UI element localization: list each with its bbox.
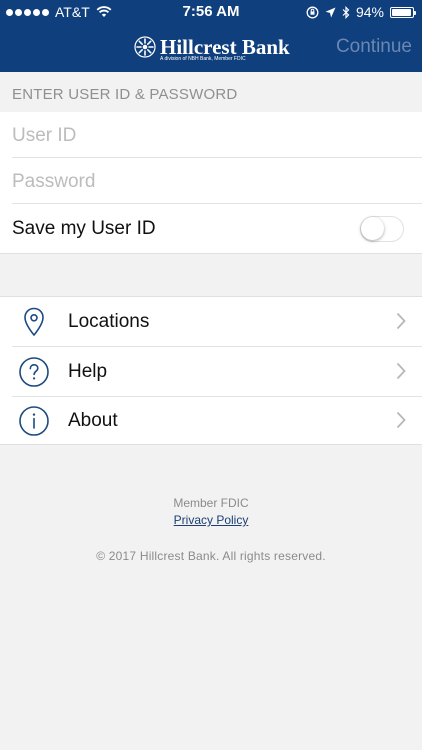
app-header: AT&T 7:56 AM 94% Hillcrest Bank A divisi… — [0, 0, 422, 72]
rotation-lock-icon — [306, 6, 319, 18]
password-input[interactable] — [12, 160, 422, 204]
hillcrest-bank-logo: Hillcrest Bank A division of NBH Bank, M… — [134, 35, 290, 62]
menu-item-about[interactable]: About — [0, 396, 422, 445]
footer: Member FDIC Privacy Policy © 2017 Hillcr… — [0, 496, 422, 563]
info-circle-icon — [19, 406, 49, 436]
chevron-right-icon — [396, 411, 406, 429]
sunburst-logo-icon — [134, 36, 156, 58]
menu-item-help[interactable]: Help — [0, 347, 422, 396]
menu-item-label: Locations — [68, 311, 150, 332]
menu-item-label: About — [68, 410, 118, 431]
continue-button[interactable]: Continue — [336, 36, 412, 58]
user-id-input[interactable] — [12, 114, 422, 158]
privacy-policy-link[interactable]: Privacy Policy — [174, 513, 249, 527]
menu-item-locations[interactable]: Locations — [0, 297, 422, 346]
battery-icon — [390, 6, 416, 18]
save-user-id-row: Save my User ID — [12, 204, 410, 252]
save-user-id-label: Save my User ID — [12, 218, 156, 239]
copyright-text: © 2017 Hillcrest Bank. All rights reserv… — [96, 549, 326, 563]
logo-text: Hillcrest Bank — [160, 35, 290, 59]
bluetooth-icon — [342, 5, 350, 19]
chevron-right-icon — [396, 312, 406, 330]
battery-percent: 94% — [355, 4, 384, 20]
menu-list: Locations Help About — [0, 296, 422, 445]
question-circle-icon — [19, 357, 49, 387]
location-arrow-icon — [325, 7, 336, 17]
member-fdic-text: Member FDIC — [173, 496, 249, 510]
logo-subtitle: A division of NBH Bank, Member FDIC — [160, 56, 246, 62]
chevron-right-icon — [396, 362, 406, 380]
login-section-title: ENTER USER ID & PASSWORD — [12, 86, 238, 103]
location-pin-icon — [24, 307, 44, 337]
login-card: Save my User ID — [0, 112, 422, 254]
toggle-knob — [361, 217, 384, 240]
status-bar: AT&T 7:56 AM 94% — [0, 0, 422, 24]
menu-item-label: Help — [68, 361, 108, 382]
save-user-id-toggle[interactable] — [360, 216, 404, 242]
status-right: 94% — [306, 4, 416, 20]
battery-fill — [392, 8, 411, 16]
